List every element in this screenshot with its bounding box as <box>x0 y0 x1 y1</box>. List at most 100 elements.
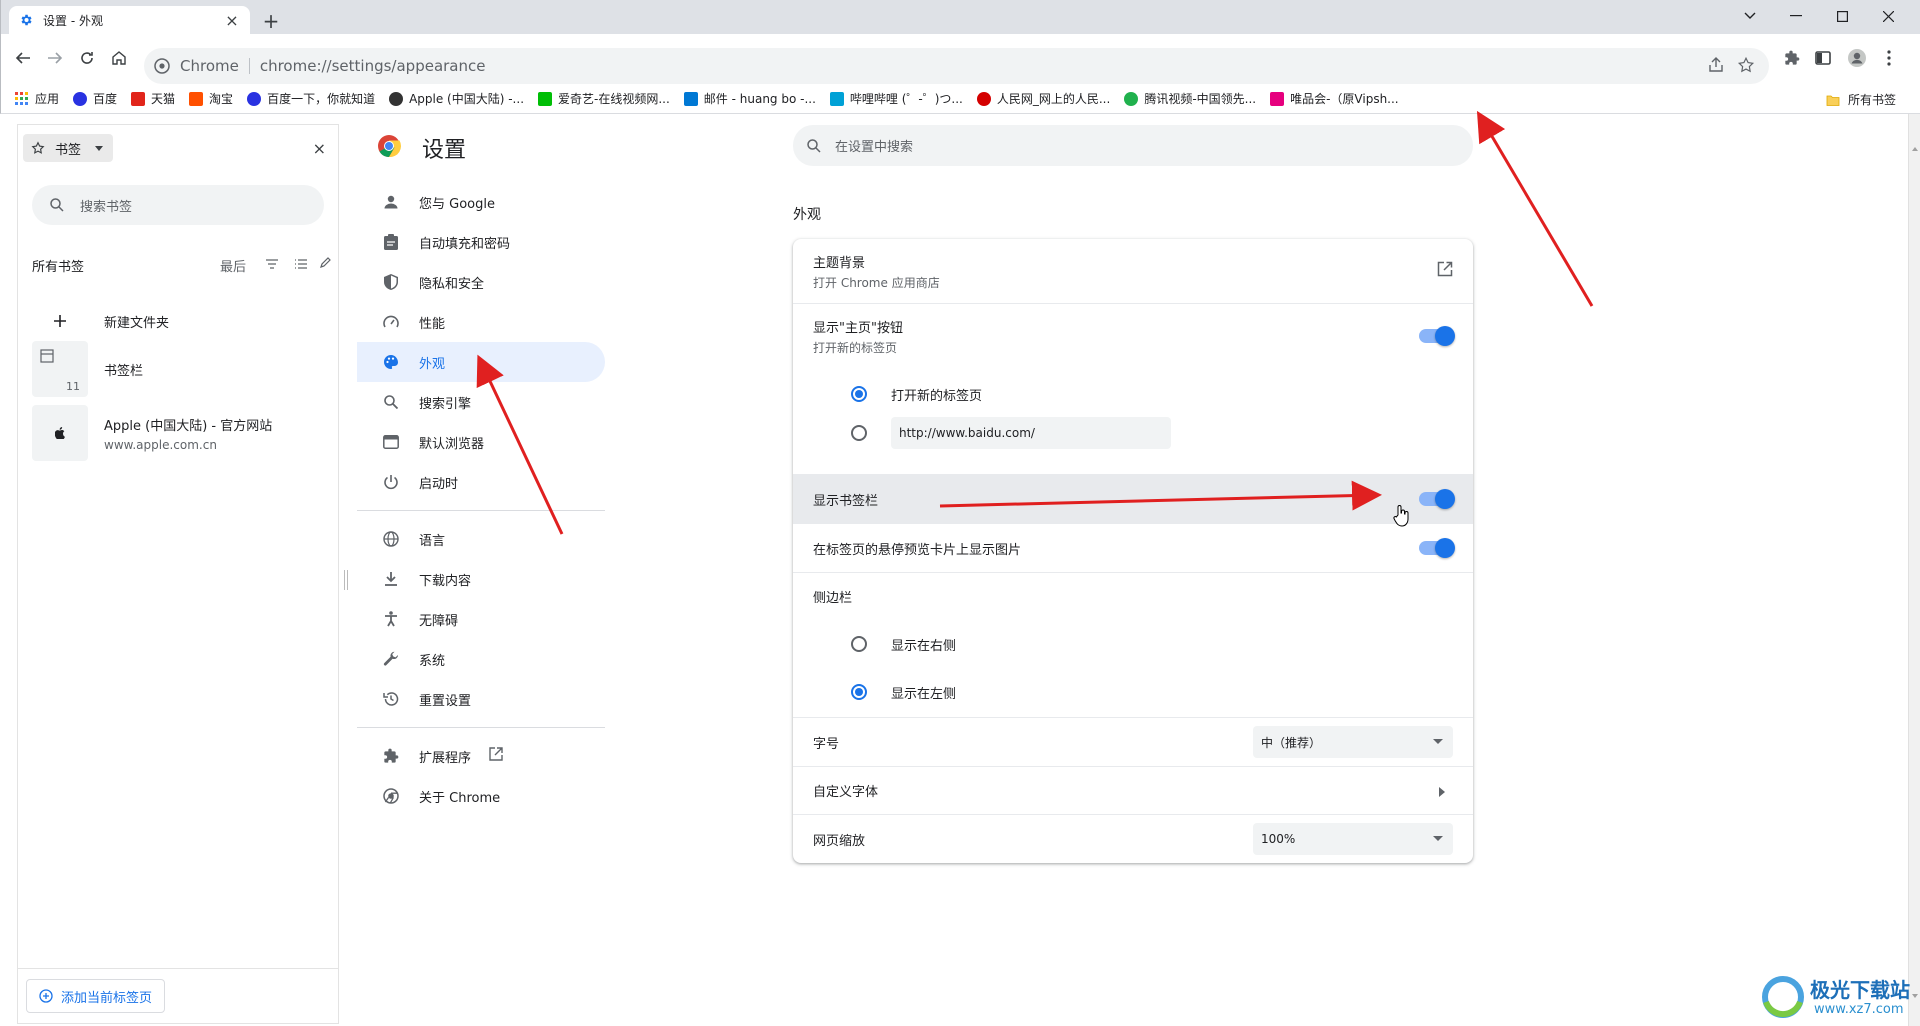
folder-outline-icon <box>40 349 54 367</box>
side-right-option[interactable]: 显示在右侧 <box>793 620 1473 668</box>
home-option-url[interactable]: http://www.baidu.com/ <box>793 415 1473 451</box>
home-button-toggle[interactable] <box>1419 326 1455 346</box>
scroll-up-icon[interactable] <box>1912 140 1918 155</box>
tab-close-icon[interactable]: × <box>224 11 240 30</box>
new-tab-button[interactable]: + <box>259 10 283 34</box>
tab-settings-appearance[interactable]: 设置 - 外观 × <box>9 6 250 34</box>
external-link-icon <box>489 747 503 765</box>
radio-url[interactable] <box>851 425 867 441</box>
nav-extensions[interactable]: 扩展程序 <box>357 736 605 776</box>
scrollbar[interactable] <box>1908 114 1920 1026</box>
nav-search-engine[interactable]: 搜索引擎 <box>357 382 605 422</box>
bookmarks-bar-toggle[interactable] <box>1419 489 1455 509</box>
hover-preview-row[interactable]: 在标签页的悬停预览卡片上显示图片 <box>793 523 1473 572</box>
radio-newtab[interactable] <box>851 386 867 402</box>
add-circle-icon <box>39 989 53 1003</box>
globe-icon <box>381 529 401 549</box>
side-panel-icon[interactable] <box>1809 44 1837 72</box>
home-button-row[interactable]: 显示"主页"按钮 打开新的标签页 <box>793 303 1473 368</box>
watermark-title: 极光下载站 <box>1810 978 1910 1002</box>
bookmark-iqiyi[interactable]: 爱奇艺-在线视频网... <box>538 90 670 107</box>
bookmarks-bar-folder-item[interactable]: 11 书签栏 <box>32 341 332 397</box>
bookmark-vip[interactable]: 唯品会-（原Vipsh... <box>1270 90 1399 107</box>
theme-row[interactable]: 主题背景 打开 Chrome 应用商店 <box>793 239 1473 303</box>
side-panel-close-icon[interactable]: × <box>313 139 326 158</box>
forward-arrow-icon[interactable] <box>41 44 69 72</box>
nav-performance[interactable]: 性能 <box>357 302 605 342</box>
address-bar[interactable]: Chrome chrome://settings/appearance <box>144 48 1769 84</box>
power-icon <box>381 472 401 492</box>
extensions-puzzle-icon[interactable] <box>1778 44 1806 72</box>
minimize-icon[interactable] <box>1773 4 1819 28</box>
side-left-option[interactable]: 显示在左侧 <box>793 668 1473 716</box>
bookmark-search-input[interactable]: 搜索书签 <box>32 185 324 225</box>
theme-label: 主题背景 <box>813 255 866 271</box>
bookmark-tmall[interactable]: 天猫 <box>131 90 175 107</box>
add-current-tab-button[interactable]: 添加当前标签页 <box>26 979 166 1013</box>
bookmarks-bar-row[interactable]: 显示书签栏 <box>793 474 1473 523</box>
apple-bookmark-title: Apple (中国大陆) - 官方网站 <box>104 418 273 434</box>
filter-icon[interactable] <box>266 258 278 273</box>
nav-label: 系统 <box>419 653 446 669</box>
settings-search-input[interactable]: 在设置中搜索 <box>793 125 1473 166</box>
home-option-newtab[interactable]: 打开新的标签页 <box>793 379 1473 409</box>
all-bookmarks-folder[interactable]: 所有书签 <box>1826 91 1896 108</box>
nav-accessibility[interactable]: 无障碍 <box>357 599 605 639</box>
bookmark-tencent-video[interactable]: 腾讯视频-中国领先... <box>1124 90 1256 107</box>
nav-label: 重置设置 <box>419 693 472 709</box>
list-view-icon[interactable] <box>295 258 307 273</box>
open-in-new-icon[interactable] <box>1437 261 1453 281</box>
nav-autofill[interactable]: 自动填充和密码 <box>357 222 605 262</box>
search-placeholder: 搜索书签 <box>80 199 133 215</box>
star-icon <box>31 141 45 155</box>
sort-label[interactable]: 最后 <box>220 256 246 275</box>
nav-on-startup[interactable]: 启动时 <box>357 462 605 502</box>
tab-search-chevron-down-icon[interactable] <box>1727 4 1773 28</box>
theme-sublabel: 打开 Chrome 应用商店 <box>813 275 940 290</box>
hover-preview-toggle[interactable] <box>1419 538 1455 558</box>
bookmark-bilibili[interactable]: 哔哩哔哩 (゜-゜)つ... <box>829 90 963 107</box>
side-panel-selector[interactable]: 书签 <box>23 134 113 162</box>
bookmark-baidu-search[interactable]: 百度一下，你就知道 <box>247 90 375 107</box>
nav-reset[interactable]: 重置设置 <box>357 679 605 719</box>
bookmark-baidu[interactable]: 百度 <box>73 90 117 107</box>
site-chip: Chrome <box>180 58 250 74</box>
nav-label: 您与 Google <box>419 196 495 212</box>
menu-kebab-icon[interactable] <box>1875 44 1903 72</box>
nav-privacy[interactable]: 隐私和安全 <box>357 262 605 302</box>
home-icon[interactable] <box>105 44 133 72</box>
bookmark-apple[interactable]: Apple (中国大陆) -... <box>389 90 524 107</box>
back-arrow-icon[interactable] <box>9 44 37 72</box>
radio-side-left[interactable] <box>851 684 867 700</box>
nav-you-and-google[interactable]: 您与 Google <box>357 182 605 222</box>
profile-avatar-icon[interactable] <box>1843 44 1871 72</box>
bookmark-taobao[interactable]: 淘宝 <box>189 90 233 107</box>
nav-appearance[interactable]: 外观 <box>357 342 605 382</box>
search-icon <box>807 138 821 153</box>
settings-title: 设置 <box>422 138 467 163</box>
maximize-icon[interactable] <box>1819 4 1865 28</box>
share-icon[interactable] <box>1707 56 1727 76</box>
nav-about-chrome[interactable]: 关于 Chrome <box>357 776 605 816</box>
reload-icon[interactable] <box>73 44 101 72</box>
side-panel-resize-handle[interactable] <box>344 570 348 590</box>
home-url-input[interactable]: http://www.baidu.com/ <box>891 417 1171 449</box>
nav-label: 隐私和安全 <box>419 276 485 292</box>
edit-pencil-icon[interactable] <box>320 256 332 272</box>
nav-downloads[interactable]: 下载内容 <box>357 559 605 599</box>
nav-languages[interactable]: 语言 <box>357 519 605 559</box>
bookmark-star-icon[interactable] <box>1737 56 1757 76</box>
bookmark-apps[interactable]: 应用 <box>15 90 59 107</box>
window-close-icon[interactable] <box>1865 4 1911 28</box>
apple-bookmark-item[interactable]: Apple (中国大陆) - 官方网站 www.apple.com.cn <box>32 405 332 461</box>
font-size-select[interactable]: 中（推荐） <box>1253 726 1453 758</box>
bookmark-people[interactable]: 人民网_网上的人民... <box>976 90 1110 107</box>
page-zoom-select[interactable]: 100% <box>1253 823 1453 855</box>
radio-side-right[interactable] <box>851 636 867 652</box>
custom-fonts-label: 自定义字体 <box>813 785 879 800</box>
bookmark-mail[interactable]: 邮件 - huang bo -... <box>683 90 816 107</box>
page-zoom-label: 网页缩放 <box>813 833 866 849</box>
nav-system[interactable]: 系统 <box>357 639 605 679</box>
custom-fonts-row[interactable]: 自定义字体 <box>793 766 1473 814</box>
nav-default-browser[interactable]: 默认浏览器 <box>357 422 605 462</box>
